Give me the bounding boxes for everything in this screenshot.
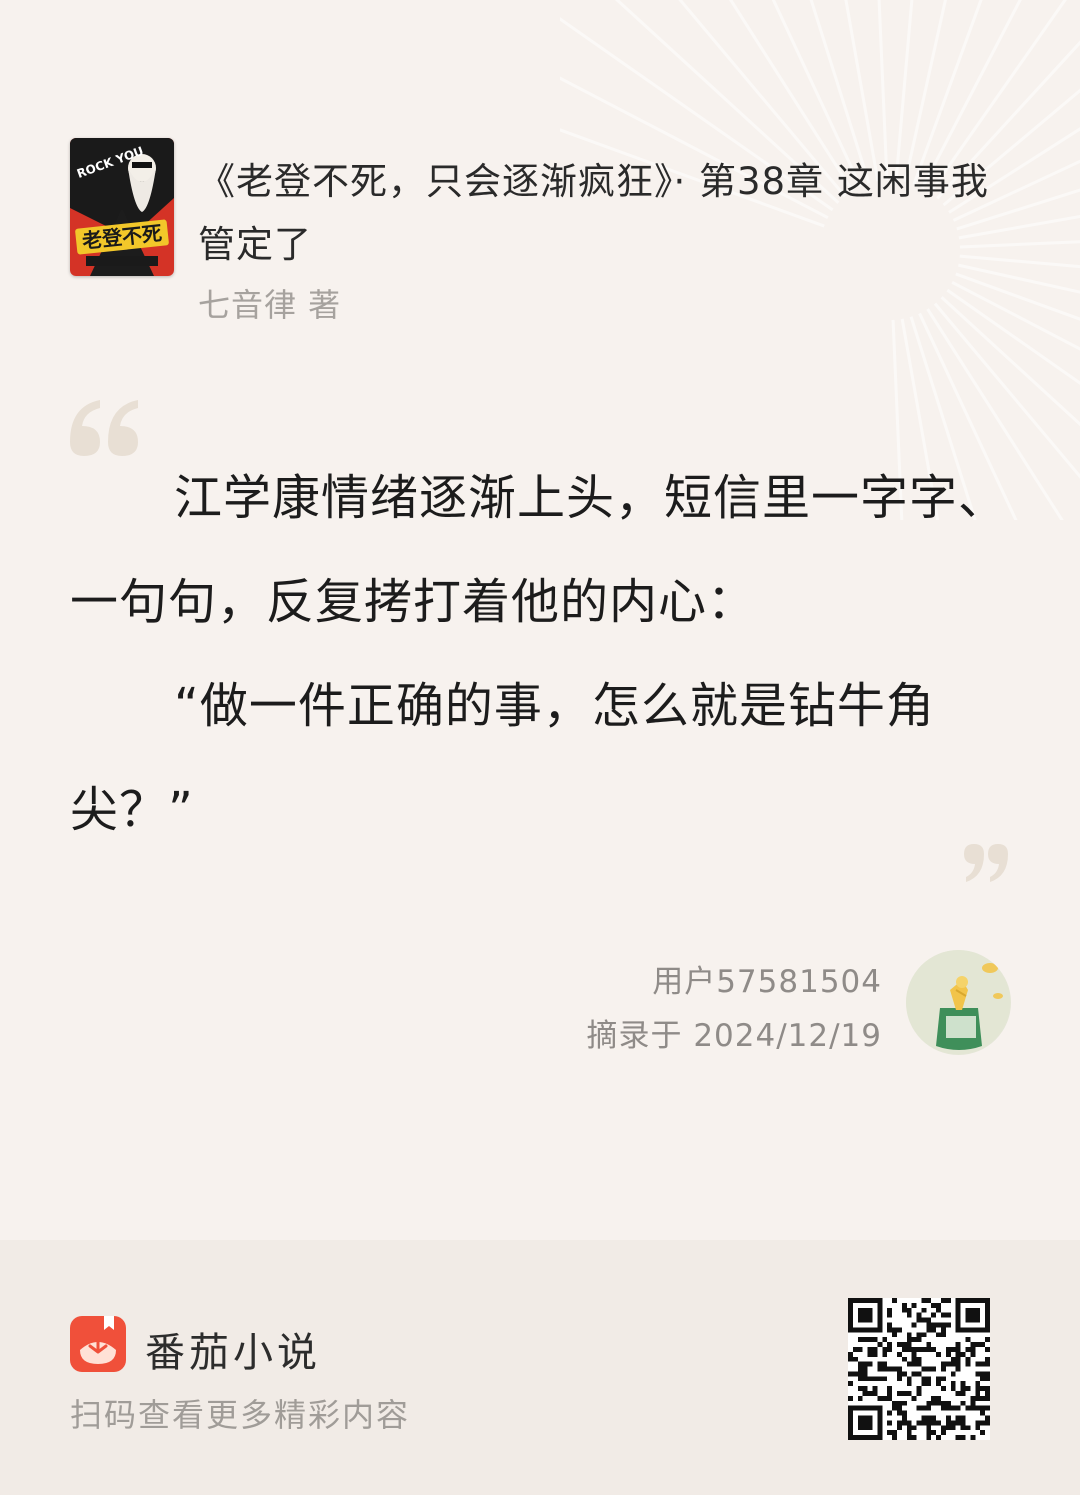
excerpt-date: 摘录于 2024/12/19 <box>586 1018 882 1054</box>
footer: 番茄小说 扫码查看更多精彩内容 <box>0 1240 1080 1495</box>
tomato-logo-icon[interactable] <box>70 1316 126 1372</box>
user-name[interactable]: 用户57581504 <box>586 955 882 1009</box>
close-quote-icon <box>964 844 1008 882</box>
app-tagline: 扫码查看更多精彩内容 <box>70 1396 411 1434</box>
user-info: 用户57581504 摘录于 2024/12/19 <box>586 955 882 1063</box>
book-header[interactable]: 老登不死 ROCK YOU 《老登不死，只会逐渐疯狂》· 第38章 这闲事我管定… <box>70 138 1010 328</box>
qr-code[interactable] <box>848 1298 990 1440</box>
app-name: 番茄小说 <box>145 1330 321 1376</box>
excerpt-paragraph: “做一件正确的事，怎么就是钻牛角尖？” <box>70 678 935 838</box>
excerpt-paragraph: 江学康情绪逐渐上头，短信里一字字、一句句，反复拷打着他的内心： <box>70 470 1008 630</box>
book-author: 七音律 著 <box>198 286 342 324</box>
quote-card: 老登不死 ROCK YOU 《老登不死，只会逐渐疯狂》· 第38章 这闲事我管定… <box>0 0 1080 1240</box>
money-bag-avatar <box>906 950 1010 1054</box>
book-cover[interactable]: 老登不死 ROCK YOU <box>70 138 174 276</box>
book-title[interactable]: 《老登不死，只会逐渐疯狂》· 第38章 这闲事我管定了 <box>198 150 1008 276</box>
excerpt-text: 江学康情绪逐渐上头，短信里一字字、一句句，反复拷打着他的内心： “做一件正确的事… <box>70 446 1010 862</box>
user-avatar[interactable] <box>906 950 1011 1055</box>
